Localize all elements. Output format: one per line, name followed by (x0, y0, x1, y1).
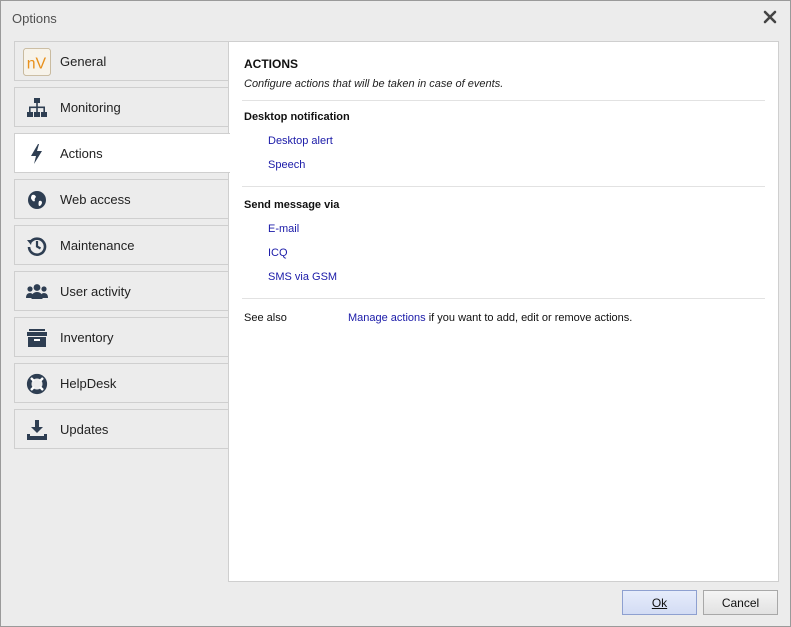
window-title: Options (12, 11, 57, 26)
users-icon (23, 278, 51, 306)
cancel-button-label: Cancel (721, 595, 760, 610)
ok-button[interactable]: Ok (622, 590, 697, 615)
divider (242, 100, 765, 101)
download-icon (23, 416, 51, 444)
desktop-alert-link[interactable]: Desktop alert (268, 135, 333, 147)
section-title-desktop-notification: Desktop notification (244, 111, 350, 123)
sidebar-item-label: Updates (60, 422, 109, 437)
see-also-text: if you want to add, edit or remove actio… (425, 312, 633, 324)
sidebar-item-general[interactable]: nV General (14, 41, 229, 81)
sidebar-item-label: HelpDesk (60, 376, 117, 391)
sidebar-item-helpdesk[interactable]: HelpDesk (14, 363, 229, 403)
sidebar-item-label: General (60, 54, 107, 69)
divider (242, 186, 765, 187)
speech-link[interactable]: Speech (268, 159, 305, 171)
options-dialog: Options nV General Monitoring Actions We… (0, 0, 791, 627)
sidebar-item-actions[interactable]: Actions (14, 133, 230, 173)
page-title: ACTIONS (244, 57, 298, 71)
lifebuoy-icon (23, 370, 51, 398)
sidebar-item-label: Actions (60, 146, 103, 161)
svg-text:nV: nV (27, 56, 47, 73)
title-bar: Options (1, 1, 790, 35)
sidebar-item-label: User activity (60, 284, 131, 299)
section-title-send-message: Send message via (244, 199, 340, 211)
sidebar-item-web-access[interactable]: Web access (14, 179, 229, 219)
sms-via-gsm-link[interactable]: SMS via GSM (268, 271, 337, 283)
ok-button-label: Ok (651, 595, 668, 610)
sidebar-item-label: Web access (60, 192, 131, 207)
close-icon[interactable] (760, 7, 780, 27)
sidebar-item-maintenance[interactable]: Maintenance (14, 225, 229, 265)
globe-icon (23, 186, 51, 214)
icq-link[interactable]: ICQ (268, 247, 288, 259)
sidebar-item-inventory[interactable]: Inventory (14, 317, 229, 357)
sidebar-item-monitoring[interactable]: Monitoring (14, 87, 229, 127)
cancel-button[interactable]: Cancel (703, 590, 778, 615)
see-also-row: See also Manage actions if you want to ad… (244, 312, 632, 324)
lightning-icon (23, 140, 51, 168)
divider (242, 298, 765, 299)
page-description: Configure actions that will be taken in … (244, 78, 504, 90)
network-icon (23, 94, 51, 122)
actions-panel: ACTIONS Configure actions that will be t… (228, 41, 779, 582)
sidebar-item-user-activity[interactable]: User activity (14, 271, 229, 311)
archive-box-icon (23, 324, 51, 352)
manage-actions-link[interactable]: Manage actions (348, 312, 426, 324)
sidebar-item-updates[interactable]: Updates (14, 409, 229, 449)
sidebar-item-label: Monitoring (60, 100, 121, 115)
email-link[interactable]: E-mail (268, 223, 299, 235)
see-also-label: See also (244, 312, 287, 324)
history-icon (23, 232, 51, 260)
nv-logo-icon: nV (23, 48, 51, 76)
sidebar-item-label: Maintenance (60, 238, 135, 253)
sidebar-item-label: Inventory (60, 330, 114, 345)
